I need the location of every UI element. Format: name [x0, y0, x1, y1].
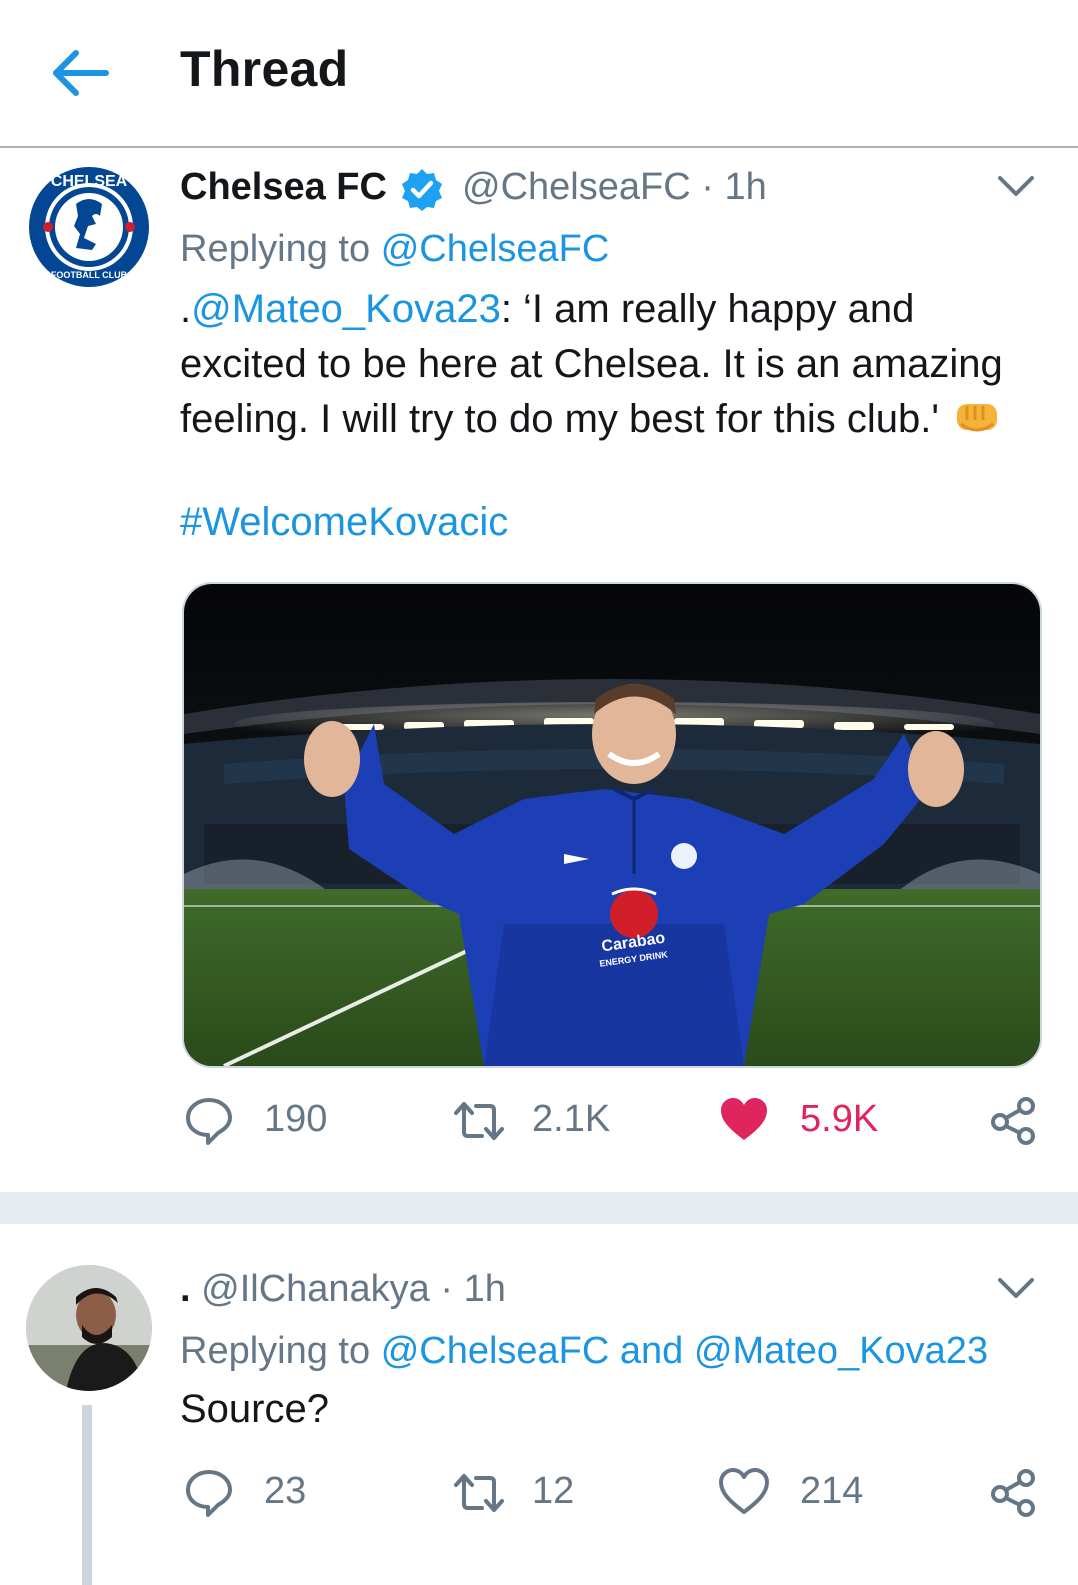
body-line-1: : ‘I am really happy and	[500, 287, 915, 331]
page-title: Thread	[180, 41, 349, 97]
separator-dot: ·	[701, 166, 714, 208]
replying-to-label: Replying to	[180, 1330, 371, 1372]
like-count: 5.9K	[800, 1098, 879, 1140]
reply-time[interactable]: 1h	[464, 1268, 506, 1310]
hashtag-link[interactable]: #WelcomeKovacic	[180, 500, 508, 545]
separator-dot: ·	[440, 1268, 454, 1310]
verified-badge-icon	[400, 167, 444, 211]
mention-link[interactable]: @Mateo_Kova23	[191, 287, 501, 331]
arrow-left-icon[interactable]	[48, 46, 112, 100]
replying-to-and[interactable]: and	[620, 1330, 683, 1372]
reply-count: 190	[264, 1098, 328, 1140]
share-icon[interactable]	[988, 1468, 1038, 1518]
reply-display-name[interactable]: .	[180, 1268, 191, 1310]
author-handle[interactable]: @ChelseaFC	[462, 166, 691, 208]
chevron-down-icon[interactable]	[996, 1274, 1036, 1304]
share-icon[interactable]	[988, 1096, 1038, 1146]
body-prefix: .	[180, 287, 192, 331]
chelsea-fc-avatar[interactable]: CHELSEA FOOTBALL CLUB	[26, 164, 152, 290]
retweet-count: 2.1K	[532, 1098, 611, 1140]
replying-to-label: Replying to	[180, 228, 371, 270]
svg-text:FOOTBALL CLUB: FOOTBALL CLUB	[51, 270, 128, 280]
body-line-2: excited to be here at Chelsea. It is an …	[180, 342, 1003, 386]
replying-to-line: Replying to @ChelseaFC	[180, 228, 609, 271]
fist-emoji-icon	[953, 398, 1001, 438]
reply-icon[interactable]	[184, 1096, 234, 1146]
tweet-photo[interactable]: Carabao ENERGY DRINK	[182, 582, 1042, 1068]
reply-header: . @IlChanakya · 1h	[180, 1268, 506, 1311]
reply-user-avatar[interactable]	[26, 1265, 152, 1391]
reply-replying-to-line: Replying to @ChelseaFC and @Mateo_Kova23	[180, 1330, 988, 1373]
heart-outline-icon[interactable]	[718, 1466, 770, 1518]
tweet-time[interactable]: 1h	[724, 166, 766, 208]
reply-handle[interactable]: @IlChanakya	[201, 1268, 430, 1310]
heart-filled-icon[interactable]	[718, 1094, 770, 1146]
replying-to-link-2[interactable]: @Mateo_Kova23	[694, 1330, 988, 1372]
author-name[interactable]: Chelsea FC	[180, 166, 387, 209]
retweet-count: 12	[532, 1470, 575, 1512]
reply-count: 23	[264, 1470, 307, 1512]
svg-text:CHELSEA: CHELSEA	[51, 173, 128, 190]
thread-connector-line	[82, 1405, 92, 1585]
body-line-3: feeling. I will try to do my best for th…	[180, 397, 940, 441]
replying-to-link[interactable]: @ChelseaFC	[381, 228, 610, 270]
reply-icon[interactable]	[184, 1468, 234, 1518]
like-count: 214	[800, 1470, 864, 1512]
reply-text: Source?	[180, 1387, 329, 1431]
retweet-icon[interactable]	[452, 1468, 506, 1518]
top-bar: Thread	[0, 0, 1078, 148]
chevron-down-icon[interactable]	[996, 172, 1036, 202]
replying-to-link-1[interactable]: @ChelseaFC	[381, 1330, 610, 1372]
retweet-icon[interactable]	[452, 1096, 506, 1146]
tweet-text: .@Mateo_Kova23: ‘I am really happy and e…	[180, 282, 1060, 447]
section-divider	[0, 1192, 1078, 1224]
